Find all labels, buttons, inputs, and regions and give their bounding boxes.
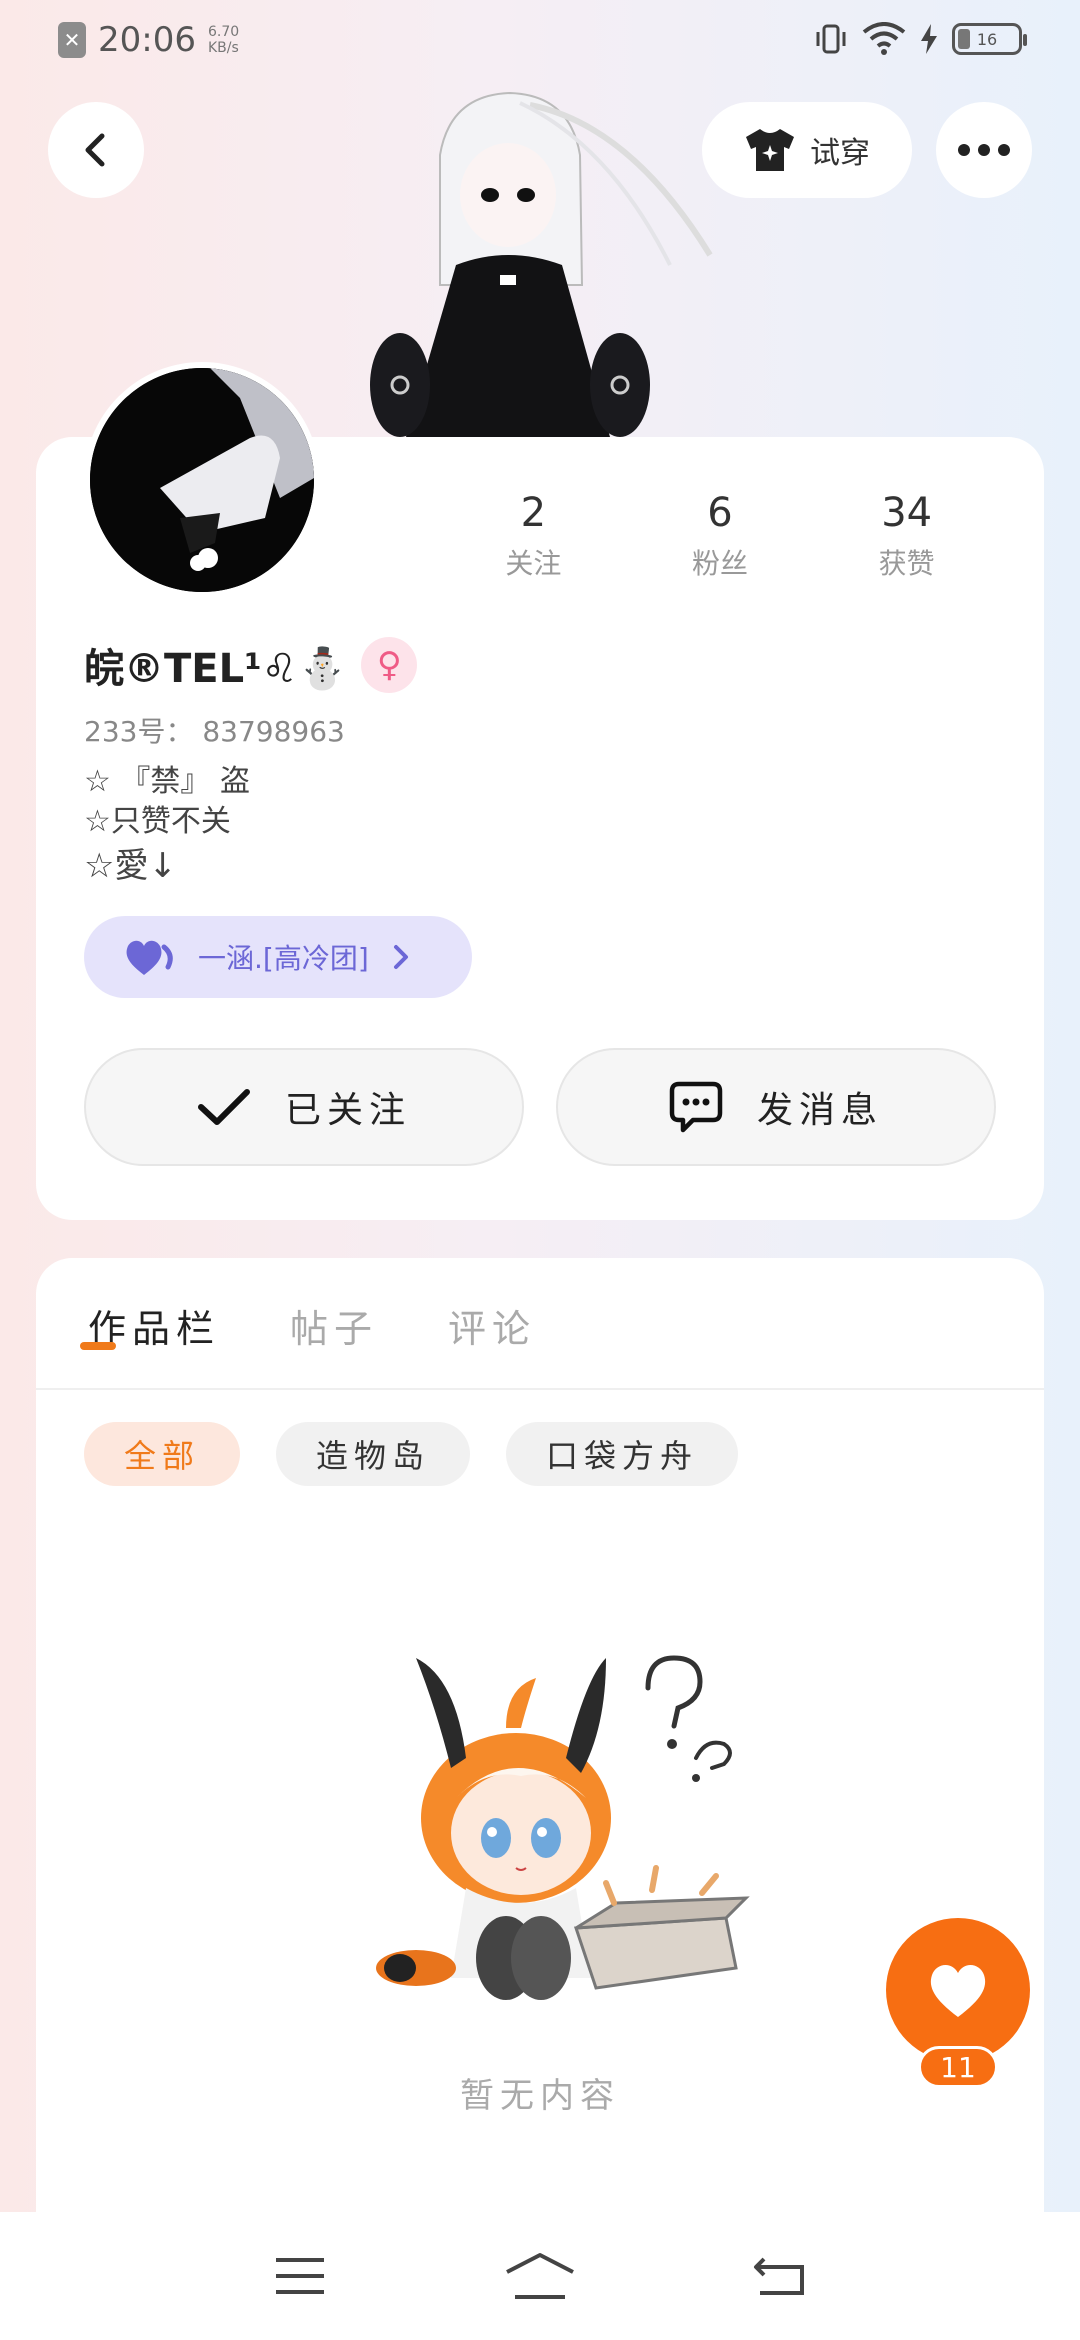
nickname: 皖®TEL¹♌⛄ [84,646,348,692]
system-nav-bar [0,2212,1080,2340]
profile-stats: 2 关注 6 粉丝 34 获赞 [440,490,1000,590]
like-count: 11 [918,2046,998,2088]
vibrate-icon [816,24,846,54]
check-icon [197,1089,250,1125]
followed-button[interactable]: 已关注 [84,1048,524,1166]
group-name: 一涵.[高冷团] [198,942,369,975]
avatar[interactable] [84,362,320,598]
network-speed: 6.70 KB/s [207,24,240,56]
followed-label: 已关注 [284,1090,411,1131]
group-badge-button[interactable]: 一涵.[高冷团] [84,916,472,998]
heart-icon [930,1964,986,2017]
likes-count: 34 [881,490,933,536]
charging-icon [921,24,937,54]
works-card: 作品栏 帖子 评论 全部 造物岛 口袋方舟 暂无内容 [36,1258,1044,2218]
chip-pocket-ark[interactable]: 口袋方舟 [506,1422,739,1486]
character-figure [370,91,713,437]
empty-state-text: 暂无内容 [460,2076,620,2116]
tab-comments[interactable]: 评论 [448,1298,536,1353]
stat-following[interactable]: 2 关注 [440,490,627,590]
send-message-label: 发消息 [756,1090,883,1131]
back-icon [85,133,105,167]
try-on-button[interactable]: 试穿 [702,102,912,198]
fans-count: 6 [707,490,733,536]
like-button[interactable] [886,1918,1030,2062]
status-time: 20:06 [98,20,196,60]
name-row: 皖®TEL¹♌⛄ ♀ [84,636,418,694]
message-icon [669,1081,723,1133]
status-bar: ✕ 20:06 6.70 KB/s 16 [0,0,1080,84]
nav-home-button[interactable] [500,2236,580,2316]
following-count: 2 [520,490,547,536]
following-label: 关注 [505,547,562,580]
more-icon [958,144,1010,156]
back-button[interactable] [48,102,144,198]
more-button[interactable] [936,102,1032,198]
chip-creation-island[interactable]: 造物岛 [276,1422,471,1486]
fans-label: 粉丝 [692,547,749,580]
home-icon [506,2253,574,2299]
nav-menu-button[interactable] [260,2236,340,2316]
try-on-label: 试穿 [810,136,870,171]
likes-label: 获赞 [878,547,935,580]
avatar-image [90,368,314,592]
bio-line: ☆愛↓ [84,846,177,886]
notification-close-icon: ✕ [58,22,86,58]
chevron-right-icon [393,945,408,969]
menu-icon [276,2258,324,2294]
nav-back-button[interactable] [740,2236,820,2316]
bio-line: ☆只赞不关 [84,804,231,839]
battery-icon: 16 [952,23,1027,55]
chip-all[interactable]: 全部 [84,1422,241,1486]
stat-likes[interactable]: 34 获赞 [813,490,1000,590]
tabs-divider [36,1388,1044,1390]
wifi-icon [862,22,906,55]
tab-posts[interactable]: 帖子 [290,1298,378,1353]
user-id[interactable]: 233号： 83798963 [84,710,345,750]
send-message-button[interactable]: 发消息 [556,1048,996,1166]
bio: ☆ 『禁』 盗 ☆只赞不关 ☆愛↓ [84,762,250,886]
return-icon [754,2257,804,2295]
bio-line: ☆ 『禁』 盗 [84,764,250,799]
content-tabs: 作品栏 帖子 评论 [88,1298,536,1353]
stat-fans[interactable]: 6 粉丝 [627,490,814,590]
category-chips: 全部 造物岛 口袋方舟 [84,1422,739,1486]
group-heart-icon [126,940,173,975]
female-gender-icon: ♀ [361,637,418,693]
empty-state-illustration [376,1655,750,2000]
active-tab-indicator [80,1342,116,1350]
shirt-icon [746,129,794,171]
